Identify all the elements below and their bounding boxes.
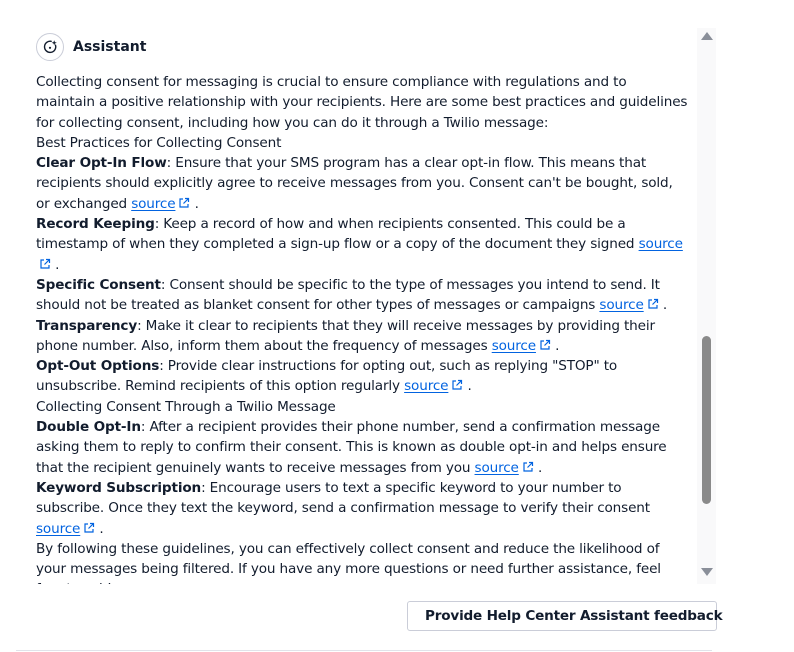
- link-suffix: .: [662, 297, 668, 314]
- external-link-icon[interactable]: [451, 379, 463, 391]
- scroll-down-arrow-icon[interactable]: [701, 568, 713, 576]
- external-link-icon[interactable]: [39, 258, 51, 270]
- divider: [16, 650, 712, 651]
- list-item: Record Keeping: Keep a record of how and…: [36, 214, 688, 275]
- section-heading-twilio: Collecting Consent Through a Twilio Mess…: [36, 398, 336, 415]
- assistant-title: Assistant: [73, 39, 147, 55]
- ai-sparkle-icon: [43, 40, 57, 54]
- item-term: Double Opt-In: [36, 419, 141, 436]
- source-link[interactable]: source: [599, 297, 643, 313]
- source-link[interactable]: source: [639, 236, 683, 252]
- section-heading-best-practices: Best Practices for Collecting Consent: [36, 134, 282, 151]
- assistant-header: Assistant: [36, 32, 146, 62]
- item-term: Keyword Subscription: [36, 479, 202, 496]
- link-suffix: .: [99, 520, 104, 537]
- external-link-icon[interactable]: [522, 461, 534, 473]
- external-link-icon[interactable]: [83, 522, 95, 534]
- external-link-icon[interactable]: [178, 197, 190, 209]
- assistant-message: Collecting consent for messaging is cruc…: [36, 72, 688, 584]
- item-term: Transparency: [36, 317, 138, 334]
- link-suffix: .: [194, 195, 199, 212]
- source-link[interactable]: source: [404, 378, 448, 394]
- item-term: Specific Consent: [36, 276, 161, 293]
- list-item: Opt-Out Options: Provide clear instructi…: [36, 356, 688, 397]
- source-link[interactable]: source: [36, 521, 80, 537]
- message-intro: Collecting consent for messaging is cruc…: [36, 74, 688, 131]
- scroll-up-arrow-icon[interactable]: [701, 32, 713, 40]
- link-suffix: .: [467, 378, 472, 395]
- source-link[interactable]: source: [475, 460, 519, 476]
- list-item: Transparency: Make it clear to recipient…: [36, 316, 688, 357]
- external-link-icon[interactable]: [539, 339, 551, 351]
- external-link-icon[interactable]: [647, 298, 659, 310]
- assistant-avatar: [36, 33, 64, 61]
- scrollbar-thumb[interactable]: [702, 336, 711, 504]
- item-term: Record Keeping: [36, 216, 155, 233]
- list-item: Keyword Subscription: Encourage users to…: [36, 478, 688, 539]
- link-suffix: .: [537, 459, 543, 476]
- link-suffix: .: [55, 256, 60, 273]
- feedback-button[interactable]: Provide Help Center Assistant feedback: [407, 601, 723, 631]
- source-link[interactable]: source: [131, 196, 175, 212]
- link-suffix: .: [555, 337, 560, 354]
- list-item: Double Opt-In: After a recipient provide…: [36, 417, 688, 478]
- assistant-panel: Assistant Collecting consent for messagi…: [0, 0, 794, 652]
- list-item: Specific Consent: Consent should be spec…: [36, 275, 688, 316]
- message-outro: By following these guidelines, you can e…: [36, 540, 661, 584]
- item-term: Clear Opt-In Flow: [36, 155, 167, 172]
- item-term: Opt-Out Options: [36, 358, 160, 375]
- list-item: Clear Opt-In Flow: Ensure that your SMS …: [36, 153, 688, 214]
- source-link[interactable]: source: [492, 338, 536, 354]
- feedback-button-label: Provide Help Center Assistant feedback: [425, 608, 723, 624]
